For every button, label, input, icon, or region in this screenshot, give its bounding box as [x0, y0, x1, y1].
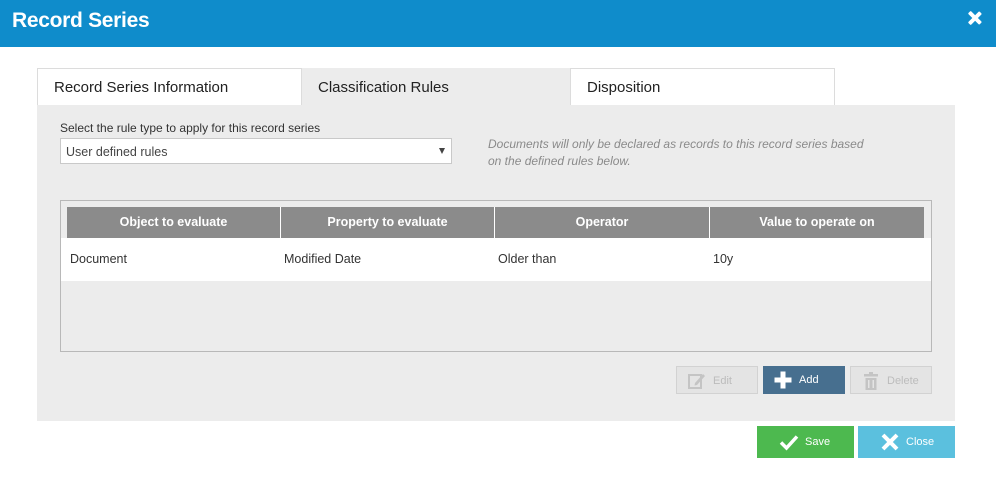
add-button[interactable]: Add: [763, 366, 845, 394]
rules-table: Object to evaluate Property to evaluate …: [60, 200, 932, 352]
column-header-operator[interactable]: Operator: [495, 207, 710, 238]
rule-type-label: Select the rule type to apply for this r…: [60, 121, 321, 135]
tab-record-series-information[interactable]: Record Series Information: [37, 68, 302, 105]
table-header: Object to evaluate Property to evaluate …: [67, 207, 924, 238]
save-button-label: Save: [805, 436, 831, 448]
delete-button[interactable]: Delete: [850, 366, 932, 394]
save-button[interactable]: Save: [757, 426, 854, 458]
rule-type-selected-value: User defined rules: [66, 145, 168, 159]
column-header-object[interactable]: Object to evaluate: [67, 207, 281, 238]
tab-disposition[interactable]: Disposition: [570, 68, 835, 105]
close-icon[interactable]: [968, 11, 982, 25]
delete-button-label: Delete: [887, 375, 919, 387]
column-header-value[interactable]: Value to operate on: [710, 207, 924, 238]
rule-type-select[interactable]: User defined rules: [60, 138, 452, 164]
dialog-header: Record Series: [0, 0, 996, 47]
table-row[interactable]: Document Modified Date Older than 10y: [61, 238, 931, 281]
cell-object: Document: [70, 252, 127, 266]
checkmark-icon: [779, 435, 799, 451]
trash-icon: [864, 372, 878, 390]
cell-property: Modified Date: [284, 252, 362, 266]
rules-info-text: Documents will only be declared as recor…: [488, 137, 864, 168]
dialog-title: Record Series: [12, 9, 150, 32]
classification-rules-panel: Select the rule type to apply for this r…: [37, 105, 955, 421]
edit-button[interactable]: Edit: [676, 366, 758, 394]
x-icon: [881, 433, 899, 451]
chevron-down-icon: [439, 148, 445, 154]
record-series-dialog: Record Series Record Series Information …: [0, 0, 996, 478]
edit-icon: [688, 374, 705, 389]
cell-value: 10y: [713, 252, 734, 266]
close-button-label: Close: [906, 436, 935, 448]
close-button[interactable]: Close: [858, 426, 955, 458]
tab-bar: Record Series Information Classification…: [37, 68, 955, 105]
column-header-property[interactable]: Property to evaluate: [281, 207, 495, 238]
edit-button-label: Edit: [713, 375, 732, 387]
cell-operator: Older than: [498, 252, 557, 266]
tab-classification-rules[interactable]: Classification Rules: [302, 68, 570, 105]
plus-icon: [774, 371, 792, 389]
add-button-label: Add: [799, 374, 819, 386]
